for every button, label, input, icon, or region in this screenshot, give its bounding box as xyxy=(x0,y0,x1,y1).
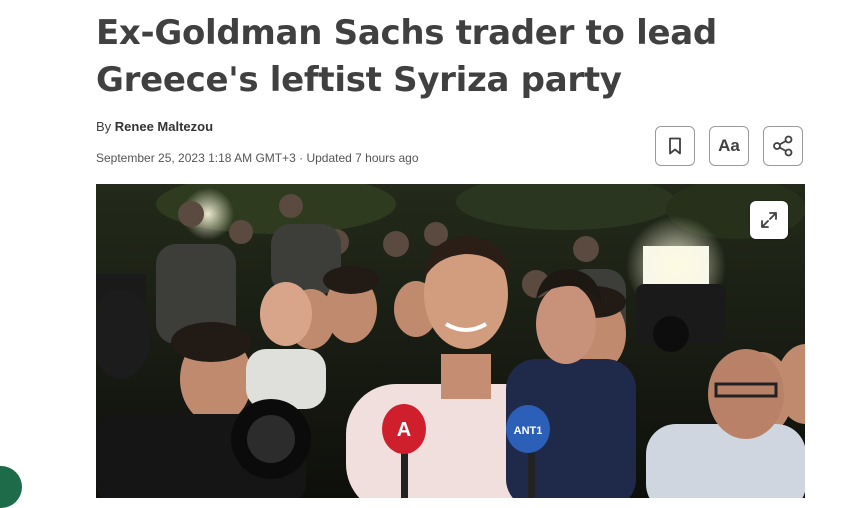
alpha-mic-label: A xyxy=(397,419,411,441)
byline: By Renee Maltezou xyxy=(96,119,213,134)
article-photo[interactable]: A ANT1 xyxy=(96,184,805,498)
article-dateline: September 25, 2023 1:18 AM GMT+3 · Updat… xyxy=(96,151,419,165)
ant1-mic-label: ANT1 xyxy=(514,425,543,437)
floating-action-button[interactable] xyxy=(0,466,22,508)
share-button[interactable] xyxy=(763,126,803,166)
article-headline: Ex-Goldman Sachs trader to lead Greece's… xyxy=(96,13,717,100)
crowd-photo-illustration: A ANT1 xyxy=(96,184,805,498)
byline-prefix: By xyxy=(96,119,112,134)
bookmark-button[interactable] xyxy=(655,126,695,166)
bookmark-icon xyxy=(669,137,681,155)
share-icon xyxy=(773,135,793,157)
text-size-button[interactable]: Aa xyxy=(709,126,749,166)
expand-icon xyxy=(761,212,777,228)
text-size-label: Aa xyxy=(718,136,740,155)
expand-photo-button[interactable] xyxy=(750,201,788,239)
author-link[interactable]: Renee Maltezou xyxy=(115,119,213,134)
